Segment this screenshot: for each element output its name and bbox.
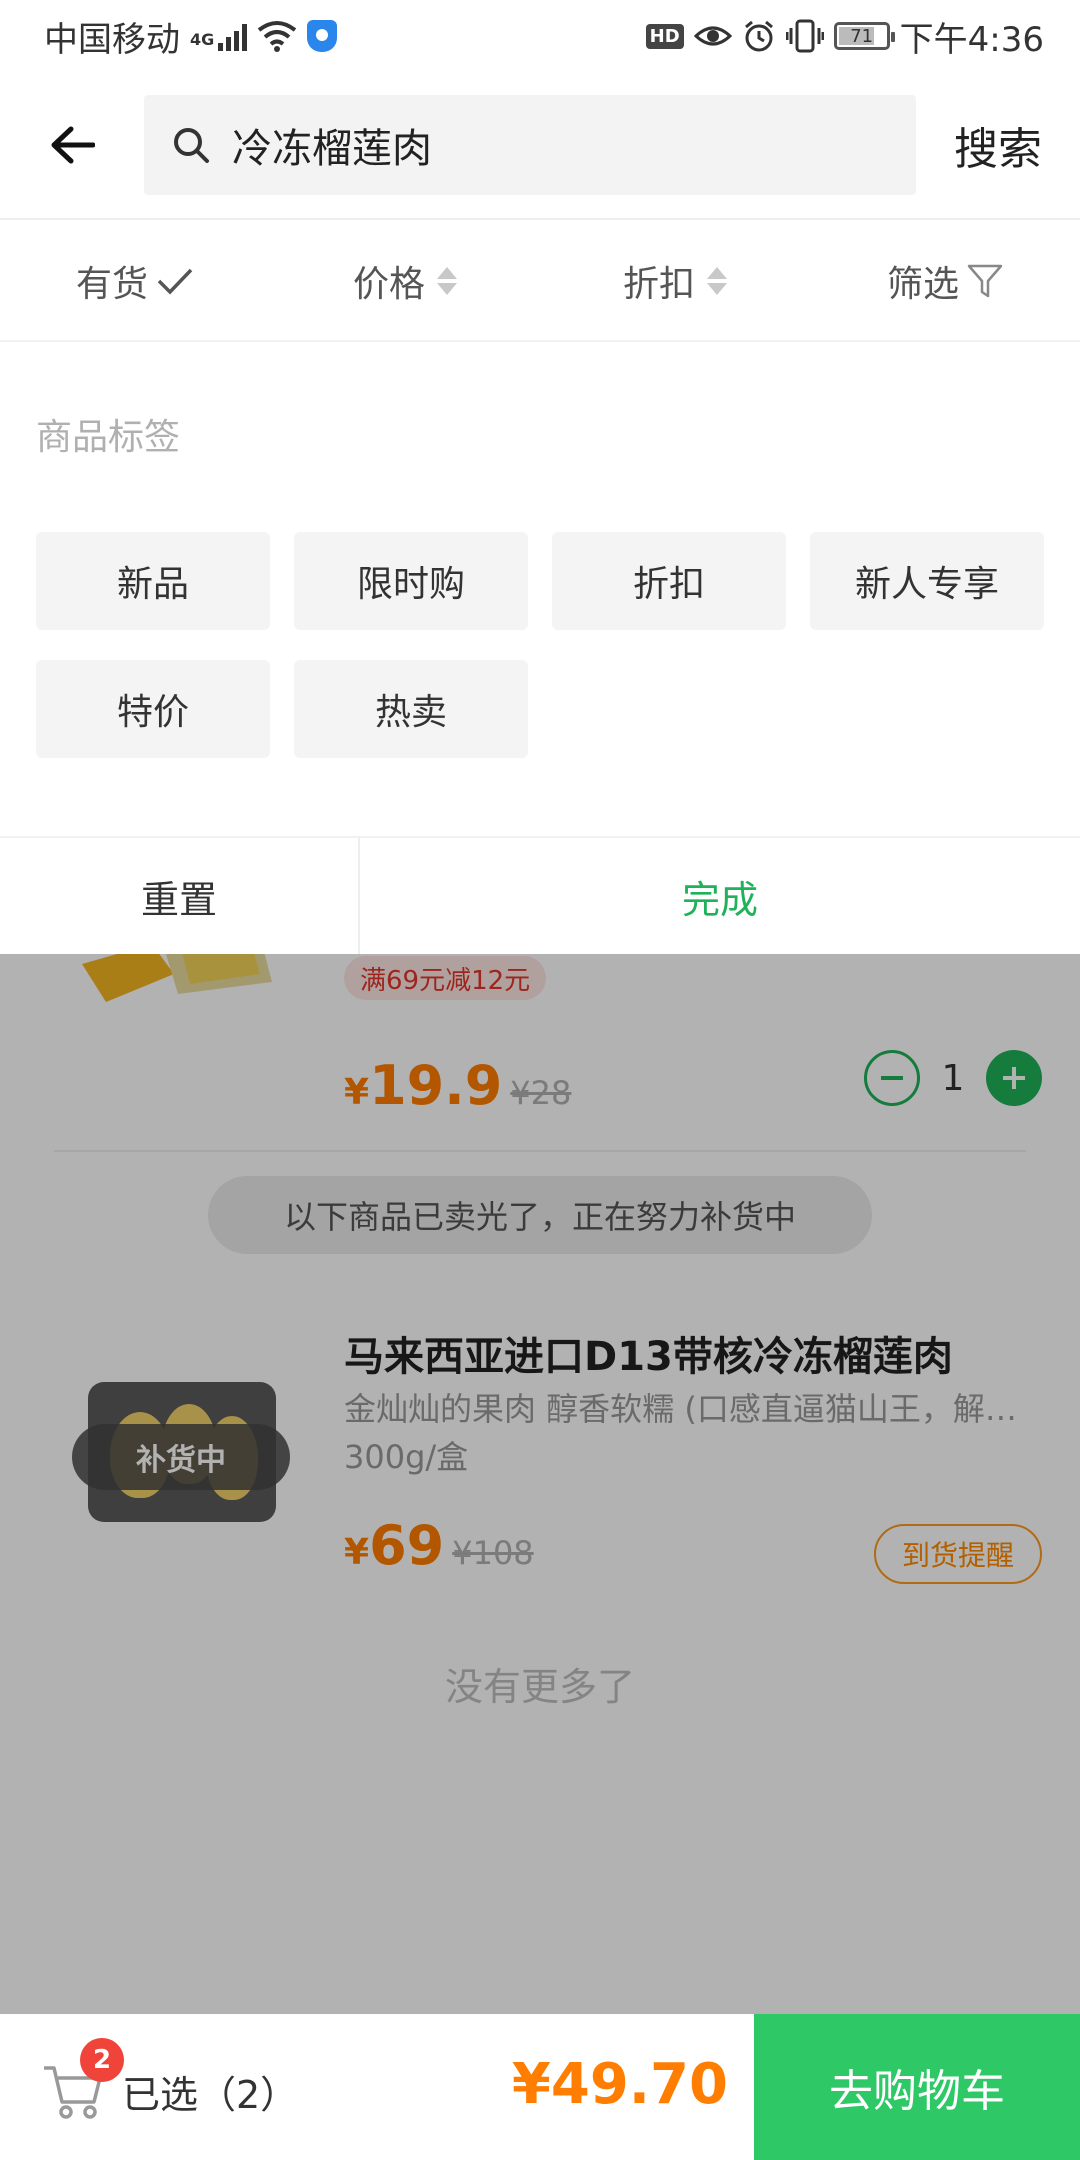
- cart-total: ¥49.70: [511, 2052, 728, 2117]
- tag-flash-sale[interactable]: 限时购: [294, 532, 528, 630]
- sort-price-label: 价格: [352, 264, 425, 305]
- search-header: 冷冻榴莲肉 搜索: [0, 72, 1080, 220]
- vibrate-icon: [785, 19, 824, 53]
- arrow-left-icon: [51, 126, 95, 164]
- sort-bar: 有货 价格 折扣 筛选: [0, 222, 1080, 342]
- tag-hot-sale[interactable]: 热卖: [294, 660, 528, 758]
- battery-level: 71: [850, 25, 874, 47]
- cart-bar: 2 已选（2） ¥49.70 去购物车: [0, 2014, 1080, 2160]
- sort-discount[interactable]: 折扣: [540, 222, 810, 340]
- cart-count-badge: 2: [80, 2038, 124, 2082]
- done-button[interactable]: 完成: [360, 838, 1080, 954]
- network-type: 4G: [190, 29, 215, 49]
- clock: 下午4:36: [899, 19, 1044, 60]
- security-shield-icon: [307, 20, 338, 52]
- checkmark-icon: [157, 268, 193, 295]
- filter-toggle[interactable]: 筛选: [810, 222, 1080, 340]
- tag-discount[interactable]: 折扣: [552, 532, 786, 630]
- filter-panel: 商品标签 新品 限时购 折扣 新人专享 特价 热卖: [0, 342, 1080, 836]
- signal-icon: [218, 21, 248, 51]
- sort-in-stock[interactable]: 有货: [0, 222, 270, 340]
- wifi-icon: [258, 21, 297, 52]
- alarm-icon: [744, 20, 773, 52]
- back-button[interactable]: [0, 72, 144, 218]
- filter-actions: 重置 完成: [0, 836, 1080, 954]
- search-icon: [174, 128, 209, 163]
- funnel-icon: [967, 264, 1003, 298]
- tag-newcomer[interactable]: 新人专享: [810, 532, 1044, 630]
- status-bar: 中国移动 4G HD 71 下午4:36: [0, 0, 1080, 72]
- sort-arrows-icon: [437, 267, 457, 295]
- filter-label: 筛选: [886, 264, 959, 305]
- search-query-text: 冷冻榴莲肉: [232, 126, 432, 172]
- battery-icon: 71: [833, 22, 895, 50]
- hd-icon: HD: [645, 23, 684, 49]
- sort-in-stock-label: 有货: [75, 264, 148, 305]
- sort-discount-label: 折扣: [622, 264, 695, 305]
- filter-section-title: 商品标签: [36, 417, 181, 458]
- carrier-name: 中国移动: [44, 19, 180, 60]
- sort-price[interactable]: 价格: [270, 222, 540, 340]
- eye-icon: [693, 26, 732, 46]
- dim-overlay[interactable]: [0, 954, 1080, 2014]
- search-button[interactable]: 搜索: [916, 113, 1080, 177]
- selected-count: 已选（2）: [122, 2073, 299, 2117]
- reset-button[interactable]: 重置: [0, 838, 360, 954]
- search-input[interactable]: 冷冻榴莲肉: [144, 95, 916, 195]
- go-to-cart-button[interactable]: 去购物车: [754, 2014, 1080, 2160]
- tag-special-price[interactable]: 特价: [36, 660, 270, 758]
- tag-new[interactable]: 新品: [36, 532, 270, 630]
- sort-arrows-icon: [707, 267, 727, 295]
